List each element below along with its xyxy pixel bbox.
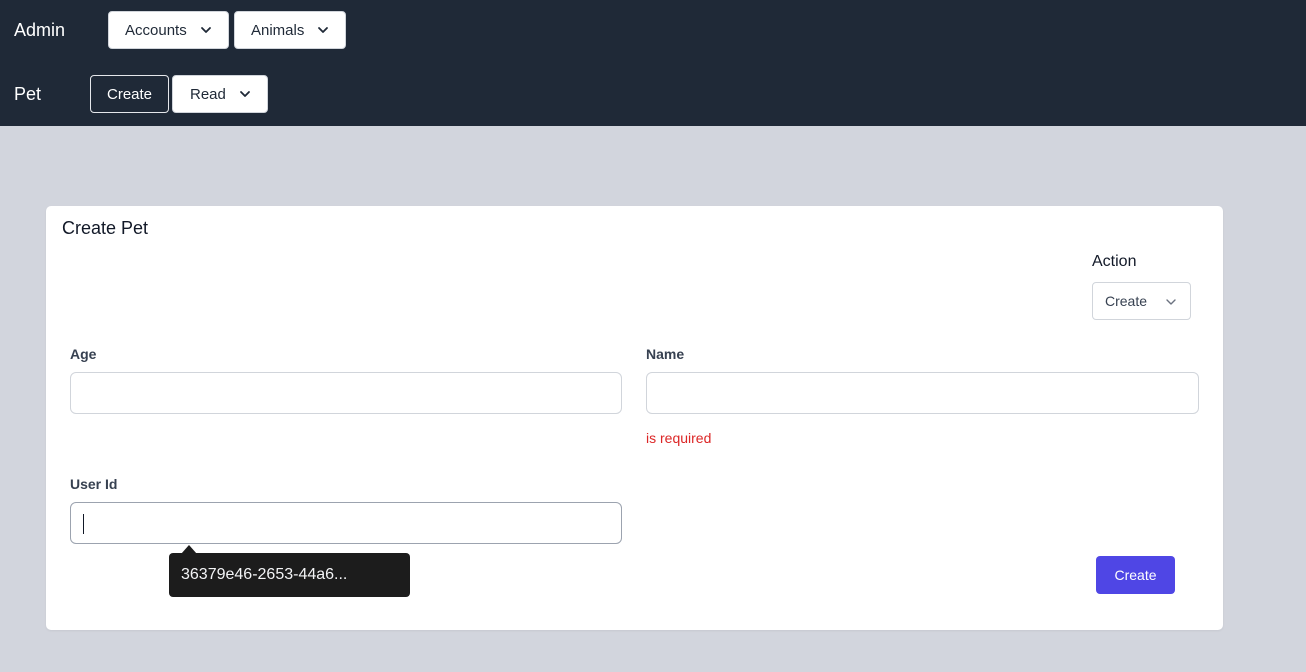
card-title: Create Pet	[62, 218, 149, 238]
user-id-input[interactable]	[70, 502, 622, 544]
chevron-down-icon	[1166, 299, 1176, 305]
chevron-down-icon	[318, 27, 329, 33]
accounts-label: Accounts	[125, 21, 187, 39]
create-nav-button[interactable]: Create	[90, 75, 170, 113]
pet-title: Pet	[14, 84, 42, 104]
name-label: Name	[646, 346, 685, 362]
admin-title: Admin	[14, 20, 66, 40]
action-label: Action	[1092, 253, 1137, 270]
animals-dropdown-button[interactable]: Animals	[234, 11, 347, 49]
age-input[interactable]	[70, 372, 622, 414]
name-error: is required	[646, 430, 712, 446]
action-select-value: Create	[1105, 293, 1148, 309]
top-navbar: Admin Accounts Animals Pet Create Read	[0, 0, 1306, 126]
age-label: Age	[70, 346, 97, 362]
user-id-label: User Id	[70, 476, 118, 492]
animals-label: Animals	[251, 21, 305, 39]
accounts-dropdown-button[interactable]: Accounts	[108, 11, 229, 49]
read-label: Read	[190, 85, 226, 103]
create-submit-button[interactable]: Create	[1096, 556, 1175, 594]
name-input[interactable]	[646, 372, 1199, 414]
action-select[interactable]: Create	[1092, 282, 1191, 320]
create-nav-label: Create	[107, 85, 153, 103]
read-dropdown-button[interactable]: Read	[172, 75, 268, 113]
chevron-down-icon	[239, 91, 250, 97]
autocomplete-tooltip[interactable]: 36379e46-2653-44a6...	[169, 553, 410, 597]
tooltip-text: 36379e46-2653-44a6...	[181, 566, 348, 583]
text-caret	[83, 514, 84, 534]
submit-label: Create	[1114, 567, 1157, 583]
chevron-down-icon	[200, 27, 211, 33]
